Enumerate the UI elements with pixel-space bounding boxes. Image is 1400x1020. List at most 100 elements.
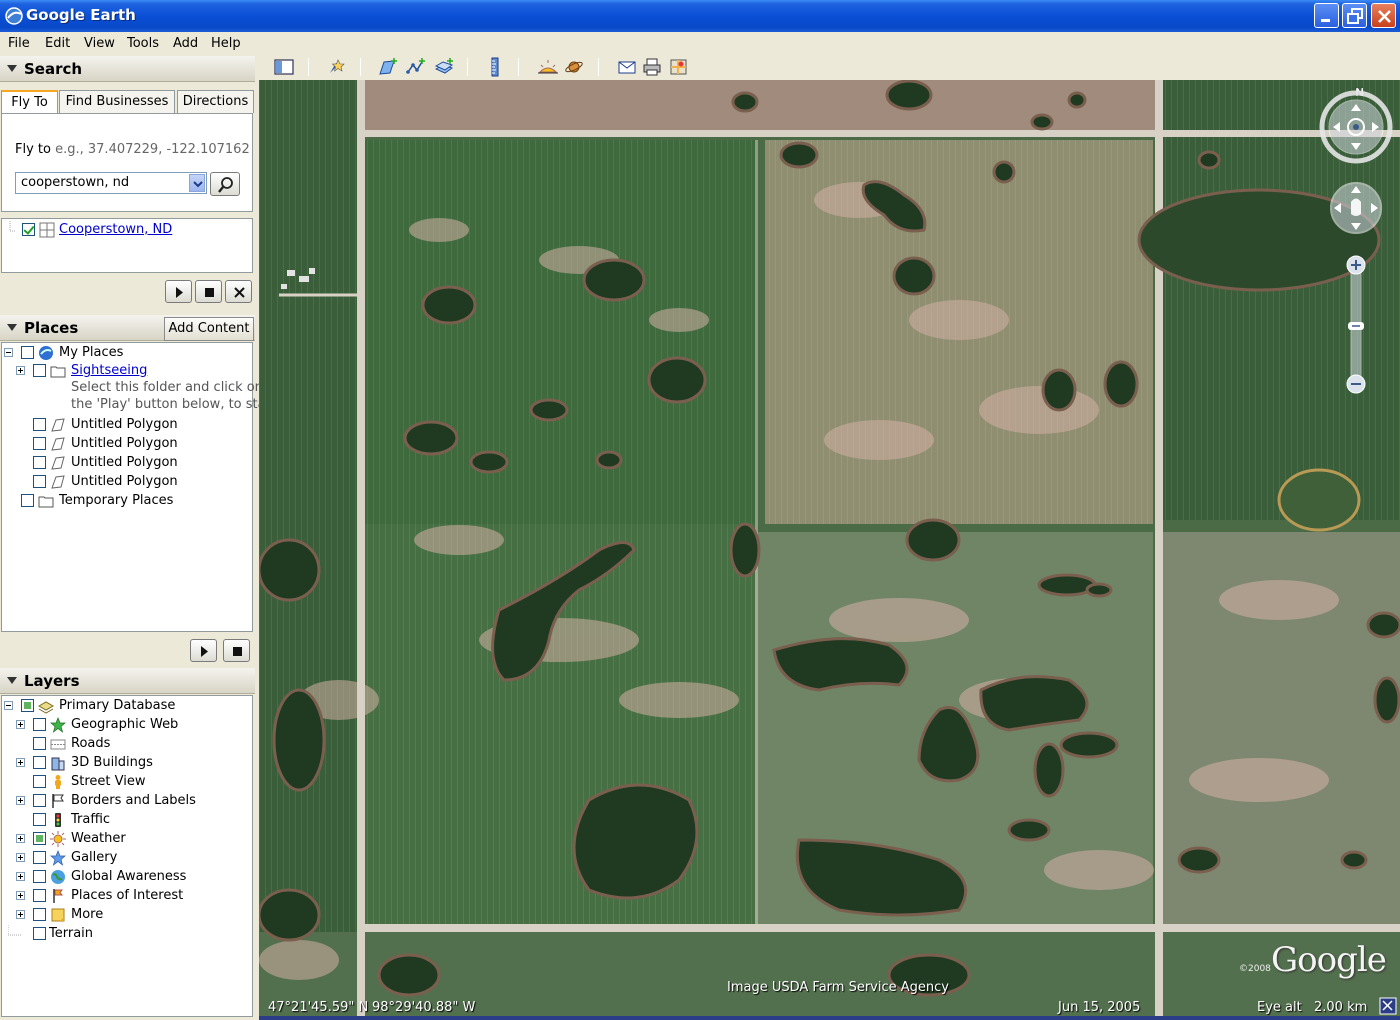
layer-3d-buildings[interactable]: 3D Buildings (2, 754, 252, 773)
tree-item-my-places[interactable]: My Places (2, 344, 252, 363)
tab-fly-to[interactable]: Fly To (1, 90, 58, 115)
fly-to-input[interactable]: cooperstown, nd (15, 172, 207, 194)
tree-item-label: Untitled Polygon (71, 436, 178, 451)
move-joystick[interactable] (1330, 182, 1382, 234)
add-polygon-button[interactable] (377, 57, 399, 77)
add-content-button[interactable]: Add Content (164, 317, 254, 341)
tree-item-polygon[interactable]: Untitled Polygon (2, 416, 252, 435)
layer-borders-and-labels[interactable]: Borders and Labels (2, 792, 252, 811)
layer-checkbox[interactable] (33, 927, 46, 940)
polygon-checkbox[interactable] (33, 456, 46, 469)
tab-find-businesses[interactable]: Find Businesses (59, 90, 175, 113)
tree-item-sightseeing[interactable]: Sightseeing (2, 362, 252, 381)
layer-roads[interactable]: Roads (2, 735, 252, 754)
layer-checkbox[interactable] (33, 718, 46, 731)
tree-item-temporary-places[interactable]: Temporary Places (2, 492, 252, 511)
expand-toggle[interactable] (16, 796, 25, 805)
result-checkbox[interactable] (22, 223, 35, 236)
menu-view[interactable]: View (84, 36, 115, 51)
close-button[interactable] (1371, 3, 1396, 28)
menu-add[interactable]: Add (173, 36, 198, 51)
layer-weather[interactable]: Weather (2, 830, 252, 849)
layer-checkbox[interactable] (33, 851, 46, 864)
menu-help[interactable]: Help (211, 36, 241, 51)
layer-street-view[interactable]: Street View (2, 773, 252, 792)
menu-edit[interactable]: Edit (45, 36, 70, 51)
collapse-toggle[interactable] (4, 701, 13, 710)
expand-toggle[interactable] (16, 910, 25, 919)
search-panel-header[interactable]: Search (0, 56, 255, 82)
layer-traffic[interactable]: Traffic (2, 811, 252, 830)
layer-terrain[interactable]: Terrain (2, 925, 252, 944)
print-icon (643, 58, 661, 76)
my-places-checkbox[interactable] (21, 346, 34, 359)
layers-panel-header[interactable]: Layers (0, 668, 255, 694)
collapse-toggle[interactable] (4, 348, 13, 357)
layer-checkbox[interactable] (33, 832, 46, 845)
maximize-button[interactable] (1342, 3, 1367, 28)
tree-item-polygon[interactable]: Untitled Polygon (2, 435, 252, 454)
expand-toggle[interactable] (16, 758, 25, 767)
layer-places-of-interest[interactable]: Places of Interest (2, 887, 252, 906)
tree-item-polygon[interactable]: Untitled Polygon (2, 454, 252, 473)
layer-gallery[interactable]: Gallery (2, 849, 252, 868)
sightseeing-checkbox[interactable] (33, 364, 46, 377)
menu-tools[interactable]: Tools (127, 36, 159, 51)
expand-toggle[interactable] (16, 853, 25, 862)
expand-toggle[interactable] (16, 366, 25, 375)
layer-checkbox[interactable] (33, 813, 46, 826)
expand-toggle[interactable] (16, 720, 25, 729)
add-path-button[interactable] (405, 57, 427, 77)
tree-item-label[interactable]: Sightseeing (71, 363, 147, 378)
tree-item-polygon[interactable]: Untitled Polygon (2, 473, 252, 492)
search-button[interactable] (210, 172, 240, 196)
add-placemark-button[interactable] (325, 57, 347, 77)
temporary-places-checkbox[interactable] (21, 494, 34, 507)
email-button[interactable] (616, 57, 638, 77)
expand-toggle[interactable] (16, 891, 25, 900)
print-button[interactable] (641, 57, 663, 77)
layer-checkbox[interactable] (33, 737, 46, 750)
stop-button[interactable] (223, 639, 250, 662)
layer-checkbox[interactable] (33, 870, 46, 883)
list-item[interactable]: Cooperstown, ND (6, 221, 246, 240)
add-image-overlay-button[interactable] (433, 57, 455, 77)
layer-checkbox[interactable] (33, 794, 46, 807)
polygon-checkbox[interactable] (33, 437, 46, 450)
layer-more[interactable]: More (2, 906, 252, 925)
map-view[interactable]: N ©2008 Google Image USDA Farm Service A… (259, 80, 1400, 1016)
layers-panel-title: Layers (24, 672, 80, 690)
expand-toggle[interactable] (16, 872, 25, 881)
view-in-google-maps-button[interactable] (668, 57, 690, 77)
layer-geographic-web[interactable]: Geographic Web (2, 716, 252, 735)
polygon-checkbox[interactable] (33, 475, 46, 488)
layer-checkbox[interactable] (21, 699, 34, 712)
play-tour-button[interactable] (190, 639, 217, 662)
polygon-icon (51, 475, 65, 489)
satellite-imagery[interactable] (259, 80, 1400, 1016)
layer-primary-database[interactable]: Primary Database (2, 697, 252, 716)
look-joystick[interactable] (1319, 90, 1393, 164)
sidebar-icon (274, 59, 294, 75)
layer-checkbox[interactable] (33, 908, 46, 921)
minimize-button[interactable] (1314, 3, 1339, 28)
zoom-slider[interactable] (1346, 255, 1366, 394)
polygon-checkbox[interactable] (33, 418, 46, 431)
menu-file[interactable]: File (8, 36, 30, 51)
play-tour-button[interactable] (165, 280, 192, 303)
layer-global-awareness[interactable]: Global Awareness (2, 868, 252, 887)
layer-checkbox[interactable] (33, 756, 46, 769)
ruler-button[interactable] (484, 57, 506, 77)
tab-directions[interactable]: Directions (177, 90, 254, 113)
clear-results-button[interactable] (225, 280, 252, 303)
sunlight-button[interactable] (537, 57, 559, 77)
expand-toggle[interactable] (16, 834, 25, 843)
switch-to-sky-button[interactable] (563, 57, 585, 77)
stop-button[interactable] (195, 280, 222, 303)
dropdown-button[interactable] (189, 174, 205, 192)
tree-line-icon (9, 221, 16, 232)
toggle-sidebar-button[interactable] (273, 57, 295, 77)
layer-checkbox[interactable] (33, 775, 46, 788)
layer-checkbox[interactable] (33, 889, 46, 902)
result-cooperstown[interactable]: Cooperstown, ND (59, 222, 172, 237)
